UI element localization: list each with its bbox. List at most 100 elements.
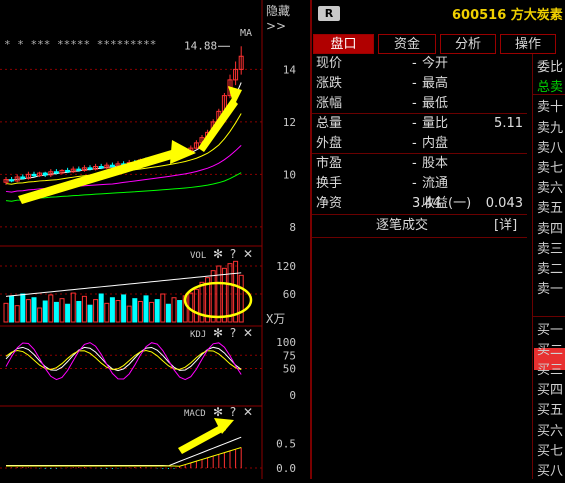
volume-bar	[210, 270, 216, 323]
quote-row: 总量 - 量比 5.11	[312, 114, 527, 134]
order-book-label: 委比	[537, 60, 564, 75]
volume-bar	[115, 300, 121, 323]
tab-operation[interactable]: 操作	[500, 34, 556, 54]
group-divider	[312, 153, 527, 154]
quote-label: 今开	[422, 56, 449, 71]
order-book-label: 卖八	[537, 140, 564, 156]
quote-label: 量比	[422, 116, 449, 131]
vol-unit: X万	[266, 312, 285, 326]
order-book-label: 买八	[537, 464, 564, 479]
quote-label: 股本	[422, 156, 449, 171]
close-icon[interactable]: ✕	[243, 405, 253, 419]
quote-row: 市盈 - 股本	[312, 154, 527, 174]
quote-value: 0.043	[485, 196, 523, 211]
candle-body	[20, 176, 26, 179]
macd-tick: 0.0	[276, 462, 296, 475]
group-divider	[312, 113, 527, 114]
help-icon[interactable]: ?	[230, 247, 236, 261]
kline-chart-area[interactable]: 14 12 10 8 MA * * *** ***** ********* 14.88 VOL…	[0, 0, 310, 479]
volume-bar	[9, 295, 15, 323]
tab-handicap[interactable]: 盘口	[313, 34, 374, 54]
order-book-label: 买五	[537, 403, 564, 419]
volume-bar	[65, 303, 71, 323]
stock-code-name: 600516 方大炭素	[452, 8, 563, 23]
volume-bar	[171, 297, 177, 323]
volume-bar	[149, 301, 155, 323]
settings-gear-icon[interactable]: ✻	[213, 405, 223, 419]
volume-bar	[42, 300, 48, 323]
quote-row: 涨幅 - 最低	[312, 94, 527, 114]
volume-bar	[109, 297, 115, 323]
order-book-label: 卖二	[537, 262, 564, 277]
trend-arrow-head	[170, 140, 196, 164]
volume-bar	[227, 263, 233, 323]
trades-detail-link[interactable]: [详]	[494, 216, 517, 236]
quote-row: 涨跌 - 最高	[312, 74, 527, 94]
chart-svg: 14 12 10 8 MA * * *** ***** ********* 14.88 VOL…	[0, 0, 296, 479]
order-book-label: 卖四	[537, 221, 564, 237]
price-tick: 10	[283, 168, 296, 181]
order-book: 委比 总卖 卖十 卖九 卖八 卖七 卖六 卖五 卖四 卖三 卖二 卖一 买一 买二 买三 买四 买五 买六 买七 买八	[532, 54, 565, 479]
quote-value: -	[412, 76, 417, 91]
quote-panel: R 600516 方大炭素 盘口 资金 分析 操作 现价 - 今开 涨跌 - 最高 涨幅 - 最…	[312, 0, 565, 479]
volume-bar	[3, 302, 9, 323]
ma-star-row: * * *** ***** *********	[4, 38, 156, 51]
volume-bar	[165, 303, 171, 323]
volume-bar	[37, 307, 43, 323]
order-book-label: 卖七	[537, 161, 564, 176]
kdj-tick: 100	[276, 336, 296, 349]
kdj-tick: 75	[283, 349, 296, 362]
volume-bar	[20, 293, 26, 323]
volume-bar	[177, 300, 183, 323]
candle-body	[109, 164, 115, 167]
divider-line	[312, 214, 527, 215]
quote-label: 涨幅	[316, 96, 343, 111]
quote-label: 涨跌	[316, 76, 343, 91]
volume-bar	[126, 305, 132, 323]
settings-gear-icon[interactable]: ✻	[213, 326, 223, 340]
quote-value: -	[412, 156, 417, 171]
order-book-label: 总卖	[537, 80, 564, 96]
settings-gear-icon[interactable]: ✻	[213, 247, 223, 261]
volume-bar	[59, 298, 65, 323]
volume-bar	[137, 300, 143, 323]
close-icon[interactable]: ✕	[243, 326, 253, 340]
vol-tick: 60	[283, 288, 296, 301]
volume-bar	[238, 274, 244, 323]
order-book-label: 买六	[537, 423, 564, 439]
tab-analysis[interactable]: 分析	[440, 34, 496, 54]
volume-bar	[160, 293, 166, 323]
volume-bar	[93, 299, 99, 323]
quote-value: 5.11	[494, 116, 523, 131]
quote-label: 总量	[316, 116, 343, 131]
trend-arrow	[18, 148, 182, 204]
kdj-j-line	[5, 342, 242, 381]
quote-row: 换手 - 流通	[312, 174, 527, 194]
order-book-label: 买四	[537, 383, 564, 399]
close-icon[interactable]: ✕	[243, 247, 253, 261]
trades-title: 逐笔成交	[376, 218, 429, 233]
volume-bar	[121, 294, 127, 323]
volume-bar	[98, 293, 104, 323]
vol-tick: 120	[276, 260, 296, 273]
hide-panel-button[interactable]: 隐藏>>	[266, 2, 310, 33]
order-book-label: 卖五	[537, 201, 564, 217]
volume-bar	[104, 302, 110, 323]
quote-label: 外盘	[316, 136, 343, 151]
help-icon[interactable]: ?	[230, 326, 236, 340]
quote-label: 净资	[316, 196, 343, 211]
vol-title: VOL	[190, 251, 206, 261]
quote-tabs: 盘口 资金 分析 操作	[312, 34, 565, 54]
trend-arrow	[178, 424, 226, 454]
tab-funds[interactable]: 资金	[378, 34, 436, 54]
volume-bar	[143, 295, 149, 323]
quote-label: 现价	[316, 56, 343, 71]
kdj-tick: 0	[289, 389, 296, 402]
quote-value: -	[412, 96, 417, 111]
quote-label: 换手	[316, 176, 343, 191]
help-icon[interactable]: ?	[230, 405, 236, 419]
volume-bar	[132, 298, 138, 323]
kdj-title: KDJ	[190, 330, 206, 340]
kdj-tick: 50	[283, 363, 296, 376]
trend-arrow	[198, 98, 238, 152]
